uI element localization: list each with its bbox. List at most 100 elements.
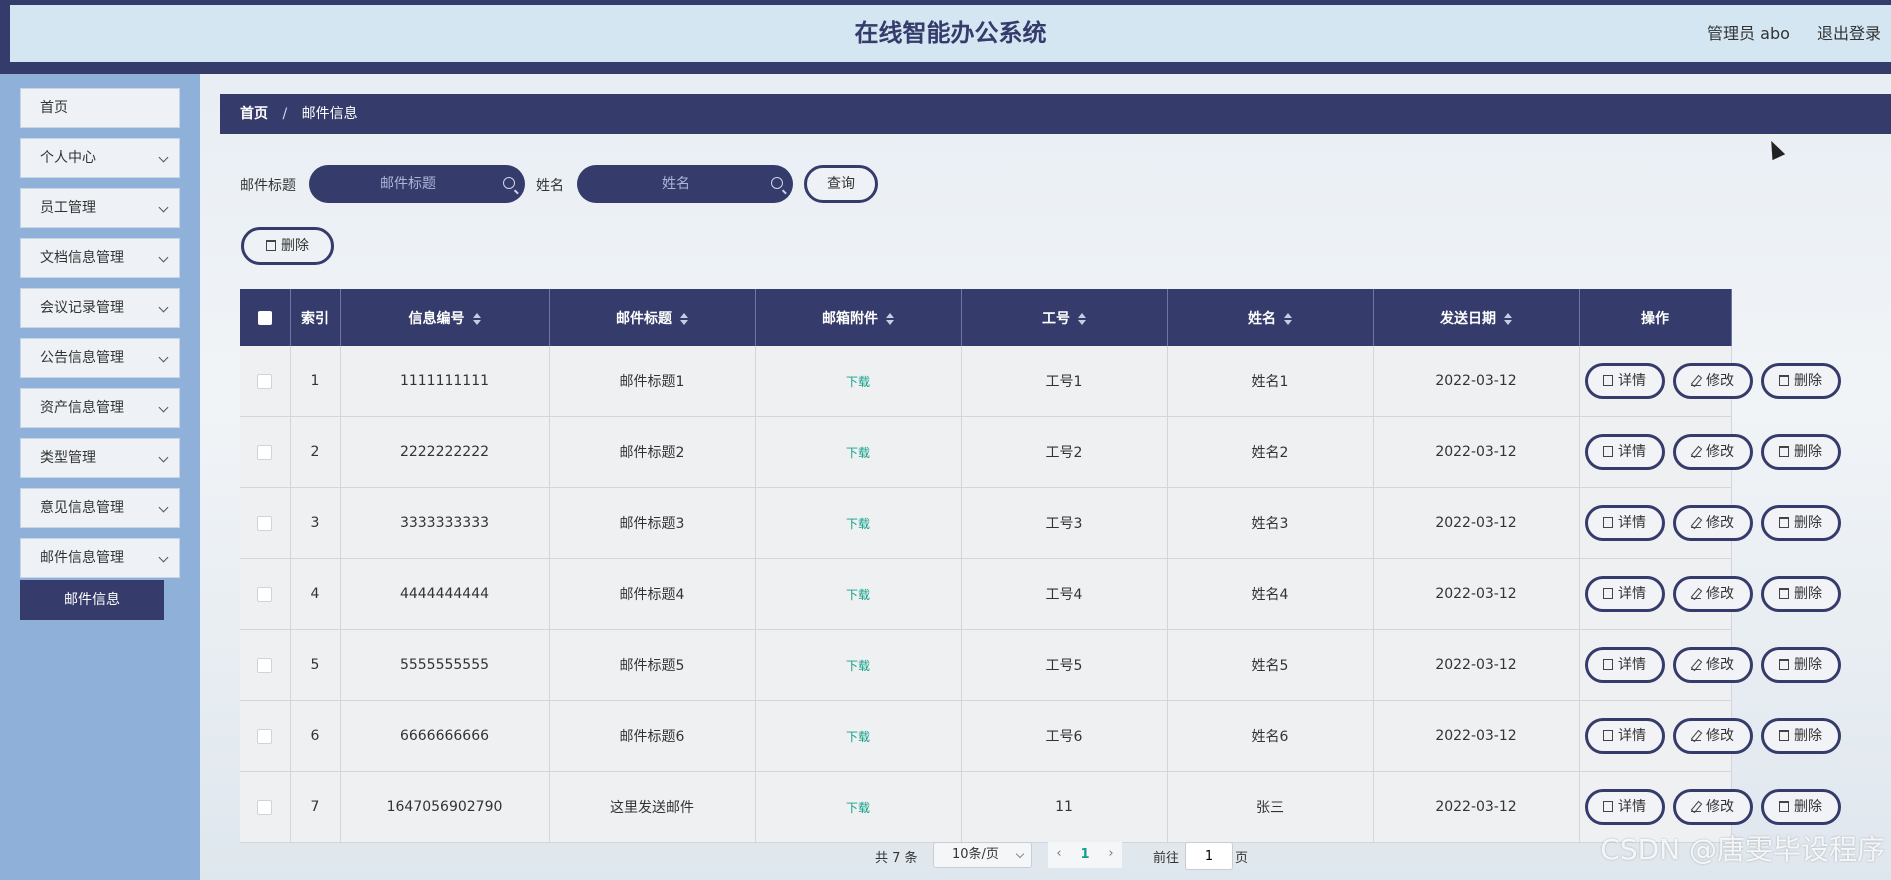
detail-label: 详情: [1618, 444, 1646, 460]
delete-button[interactable]: 删除: [1760, 789, 1841, 825]
sort-icon[interactable]: [472, 312, 481, 325]
detail-button[interactable]: 详情: [1584, 576, 1665, 612]
cell-index: 5: [290, 629, 341, 701]
row-checkbox[interactable]: [257, 373, 273, 389]
trash-icon: [1779, 659, 1789, 670]
sidebar-item-document-management[interactable]: 文档信息管理: [20, 238, 180, 278]
edit-button[interactable]: 修改: [1672, 789, 1753, 825]
goto-page-input[interactable]: [1185, 842, 1233, 870]
edit-label: 修改: [1706, 799, 1734, 815]
sort-icon[interactable]: [886, 312, 894, 325]
delete-button[interactable]: 删除: [1760, 434, 1841, 470]
trash-icon: [1779, 730, 1789, 741]
top-header: 在线智能办公系统 管理员 abo 退出登录: [0, 0, 1891, 74]
name-search-input[interactable]: [577, 165, 793, 203]
delete-label: 删除: [1794, 515, 1822, 531]
edit-button[interactable]: 修改: [1672, 576, 1753, 612]
prev-page-button[interactable]: ‹: [1048, 842, 1070, 868]
pencil-icon: [1691, 731, 1701, 741]
cell-title: 这里发送邮件: [549, 771, 756, 843]
detail-button[interactable]: 详情: [1584, 718, 1665, 754]
sidebar-item-meeting-management[interactable]: 会议记录管理: [20, 288, 180, 328]
delete-button[interactable]: 删除: [1760, 505, 1841, 541]
detail-button[interactable]: 详情: [1584, 647, 1665, 683]
row-checkbox[interactable]: [257, 586, 273, 602]
cell-job-no: 工号2: [961, 416, 1168, 488]
column-header-date[interactable]: 发送日期: [1373, 289, 1580, 346]
delete-button[interactable]: 删除: [1760, 576, 1841, 612]
download-link[interactable]: 下载: [846, 801, 870, 815]
logout-link[interactable]: 退出登录: [1817, 24, 1881, 43]
cell-index: 3: [290, 487, 341, 559]
column-header-title[interactable]: 邮件标题: [549, 289, 756, 346]
download-link[interactable]: 下载: [846, 588, 870, 602]
column-header-attachment[interactable]: 邮箱附件: [755, 289, 962, 346]
row-checkbox[interactable]: [257, 799, 273, 815]
query-button[interactable]: 查询: [804, 165, 878, 203]
sidebar-item-feedback-management[interactable]: 意见信息管理: [20, 488, 180, 528]
cell-code: 2222222222: [340, 416, 550, 488]
document-icon: [1603, 730, 1613, 741]
sidebar-item-label: 首页: [40, 100, 68, 116]
edit-label: 修改: [1706, 657, 1734, 673]
download-link[interactable]: 下载: [846, 375, 870, 389]
sidebar-item-type-management[interactable]: 类型管理: [20, 438, 180, 478]
bulk-delete-button[interactable]: 删除: [241, 227, 334, 265]
row-checkbox[interactable]: [257, 444, 273, 460]
page-number-current[interactable]: 1: [1070, 842, 1100, 868]
download-link[interactable]: 下载: [846, 446, 870, 460]
delete-button[interactable]: 删除: [1760, 363, 1841, 399]
row-checkbox[interactable]: [257, 657, 273, 673]
row-select-cell: [240, 771, 291, 843]
row-checkbox[interactable]: [257, 515, 273, 531]
name-search-box: [577, 165, 793, 203]
sort-icon[interactable]: [1504, 312, 1512, 325]
sort-icon[interactable]: [680, 312, 688, 325]
edit-button[interactable]: 修改: [1672, 363, 1753, 399]
sort-icon[interactable]: [1284, 312, 1292, 325]
cell-actions: 详情 修改 删除: [1579, 558, 1841, 630]
detail-button[interactable]: 详情: [1584, 505, 1665, 541]
sidebar-item-mail-management[interactable]: 邮件信息管理: [20, 538, 180, 578]
column-header-code[interactable]: 信息编号: [340, 289, 550, 346]
row-checkbox[interactable]: [257, 728, 273, 744]
download-link[interactable]: 下载: [846, 730, 870, 744]
title-search-input[interactable]: [309, 165, 525, 203]
sort-icon[interactable]: [1078, 312, 1086, 325]
trash-icon: [1779, 588, 1789, 599]
column-header-job-no[interactable]: 工号: [961, 289, 1168, 346]
sidebar-item-announcement-management[interactable]: 公告信息管理: [20, 338, 180, 378]
select-all-checkbox[interactable]: [257, 310, 272, 325]
detail-button[interactable]: 详情: [1584, 363, 1665, 399]
page-size-select[interactable]: 10条/页: [933, 842, 1032, 868]
download-link[interactable]: 下载: [846, 659, 870, 673]
cell-date: 2022-03-12: [1373, 416, 1580, 488]
sidebar-item-asset-management[interactable]: 资产信息管理: [20, 388, 180, 428]
download-link[interactable]: 下载: [846, 517, 870, 531]
sidebar-item-label: 个人中心: [40, 150, 96, 166]
edit-button[interactable]: 修改: [1672, 505, 1753, 541]
cell-actions: 详情 修改 删除: [1579, 416, 1841, 488]
cell-date: 2022-03-12: [1373, 487, 1580, 559]
edit-button[interactable]: 修改: [1672, 434, 1753, 470]
cell-code: 1647056902790: [340, 771, 550, 843]
sidebar-item-personal-center[interactable]: 个人中心: [20, 138, 180, 178]
sidebar-subitem-mail-info[interactable]: 邮件信息: [20, 580, 164, 620]
cell-title: 邮件标题5: [549, 629, 756, 701]
cell-attachment: 下载: [755, 416, 962, 488]
delete-button[interactable]: 删除: [1760, 647, 1841, 683]
detail-button[interactable]: 详情: [1584, 789, 1665, 825]
sidebar-item-employee-management[interactable]: 员工管理: [20, 188, 180, 228]
next-page-button[interactable]: ›: [1100, 842, 1122, 868]
sidebar-item-home[interactable]: 首页: [20, 88, 180, 128]
edit-button[interactable]: 修改: [1672, 647, 1753, 683]
detail-button[interactable]: 详情: [1584, 434, 1665, 470]
delete-button[interactable]: 删除: [1760, 718, 1841, 754]
detail-label: 详情: [1618, 586, 1646, 602]
edit-button[interactable]: 修改: [1672, 718, 1753, 754]
page-size-value: 10条/页: [952, 847, 999, 862]
edit-label: 修改: [1706, 444, 1734, 460]
breadcrumb-home[interactable]: 首页: [240, 106, 268, 122]
column-header-name[interactable]: 姓名: [1167, 289, 1374, 346]
delete-label: 删除: [1794, 444, 1822, 460]
